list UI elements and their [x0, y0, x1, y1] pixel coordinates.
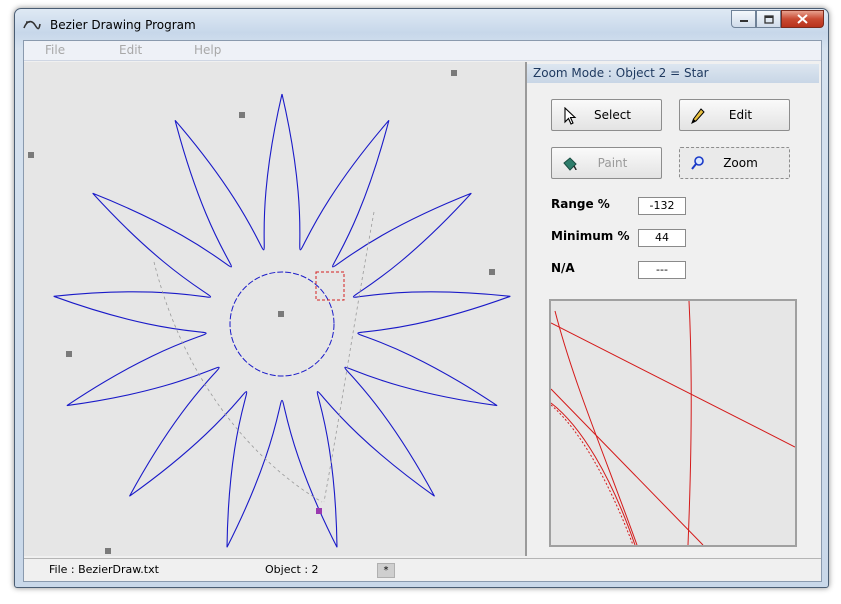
- menu-help[interactable]: Help: [194, 43, 221, 57]
- preview-curve: [551, 322, 795, 448]
- status-bar: File : BezierDraw.txt Object : 2 *: [24, 558, 821, 581]
- control-point[interactable]: [28, 152, 34, 158]
- close-icon: [797, 14, 808, 24]
- select-label: Select: [593, 108, 632, 122]
- maximize-icon: [763, 14, 774, 24]
- status-modified-mark: *: [377, 563, 395, 578]
- paint-button[interactable]: Paint: [551, 147, 662, 179]
- zoom-selection-box[interactable]: [315, 271, 345, 301]
- control-point[interactable]: [239, 112, 245, 118]
- minimize-icon: [739, 20, 748, 22]
- bezier-drawing[interactable]: [24, 62, 525, 556]
- star-curve[interactable]: [53, 93, 511, 548]
- title-bar[interactable]: Bezier Drawing Program: [15, 9, 828, 41]
- selected-control-point[interactable]: [316, 508, 322, 514]
- zoom-label: Zoom: [723, 156, 758, 170]
- tool-panel: Zoom Mode : Object 2 = Star Select Edit: [527, 62, 821, 556]
- drawing-canvas[interactable]: [24, 62, 527, 556]
- app-icon: [23, 20, 41, 30]
- menu-file[interactable]: File: [45, 43, 65, 57]
- zoom-button[interactable]: Zoom: [679, 147, 790, 179]
- na-label: N/A: [551, 261, 575, 275]
- app-window: Bezier Drawing Program File Edit Help Zo…: [14, 8, 829, 588]
- zoom-preview-curves: [551, 301, 795, 545]
- control-point[interactable]: [451, 70, 457, 76]
- status-file: File : BezierDraw.txt: [49, 563, 159, 576]
- minimize-button[interactable]: [731, 10, 756, 28]
- star-path[interactable]: [53, 93, 511, 548]
- preview-curve: [687, 301, 692, 545]
- range-input[interactable]: -132: [638, 197, 686, 215]
- inner-loop[interactable]: [229, 271, 335, 377]
- control-points[interactable]: [28, 70, 495, 554]
- preview-curve: [551, 402, 636, 545]
- na-input[interactable]: ---: [638, 261, 686, 279]
- range-label: Range %: [551, 197, 610, 211]
- minimum-label: Minimum %: [551, 229, 630, 243]
- minimum-input[interactable]: 44: [638, 229, 686, 247]
- paint-label: Paint: [597, 156, 628, 170]
- client-area: File Edit Help Zoom Mode: Object 2 = St…: [23, 40, 822, 582]
- maximize-button[interactable]: [756, 10, 781, 28]
- control-point[interactable]: [105, 548, 111, 554]
- edit-button[interactable]: Edit: [679, 99, 790, 131]
- edit-label: Edit: [728, 108, 753, 122]
- mode-header: Zoom Mode : Object 2 = Star: [527, 64, 819, 83]
- control-point[interactable]: [278, 311, 284, 317]
- zoom-preview: [549, 299, 797, 547]
- menu-edit[interactable]: Edit: [119, 43, 142, 57]
- control-point[interactable]: [489, 269, 495, 275]
- close-button[interactable]: [781, 10, 824, 28]
- control-point[interactable]: [66, 351, 72, 357]
- control-guide-line: [153, 211, 375, 503]
- preview-curve: [551, 404, 634, 545]
- window-title: Bezier Drawing Program: [50, 18, 196, 32]
- status-object: Object : 2: [265, 563, 319, 576]
- preview-curve: [551, 388, 704, 545]
- menu-bar: File Edit Help: [24, 41, 821, 61]
- select-button[interactable]: Select: [551, 99, 662, 131]
